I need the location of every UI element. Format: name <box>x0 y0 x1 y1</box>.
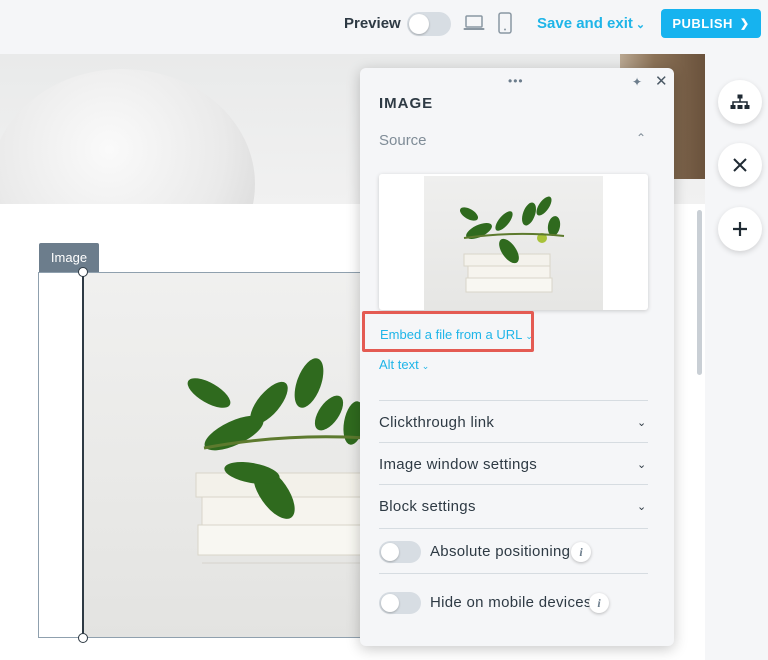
chevron-right-icon: ❯ <box>739 18 750 30</box>
toggle-knob <box>381 594 399 612</box>
top-bar: Preview Save and exit ⌄ PUBLISH ❯ <box>0 0 768 48</box>
chevron-up-icon[interactable]: ⌃ <box>636 131 646 145</box>
window-settings-row[interactable]: Image window settings ⌄ <box>379 442 648 485</box>
resize-handle-bottom[interactable] <box>78 633 88 643</box>
preview-label: Preview <box>344 15 401 32</box>
hide-mobile-toggle[interactable] <box>379 592 421 614</box>
alt-text-label: Alt text <box>379 357 419 372</box>
alt-text-link[interactable]: Alt text ⌄ <box>379 357 429 372</box>
close-button[interactable] <box>718 143 762 187</box>
plant-photo[interactable] <box>84 273 367 637</box>
sitemap-button[interactable] <box>718 80 762 124</box>
chevron-down-icon: ⌄ <box>421 361 430 371</box>
save-and-exit-button[interactable]: Save and exit ⌄ <box>537 15 645 32</box>
toggle-knob <box>409 14 429 34</box>
absolute-positioning-row: Absolute positioning i <box>379 528 648 573</box>
chevron-down-icon: ⌄ <box>635 19 646 31</box>
hide-mobile-row: Hide on mobile devices i <box>379 573 648 623</box>
publish-button[interactable]: PUBLISH ❯ <box>661 9 761 38</box>
clickthrough-row[interactable]: Clickthrough link ⌄ <box>379 400 648 443</box>
resize-line[interactable] <box>82 272 84 638</box>
plant-illustration <box>187 358 367 564</box>
resize-handle-top[interactable] <box>78 267 88 277</box>
preview-toggle[interactable] <box>407 12 451 36</box>
phone-icon[interactable] <box>498 12 512 34</box>
source-preview[interactable] <box>379 174 648 310</box>
window-settings-label: Image window settings <box>379 456 538 473</box>
image-settings-panel: ••• ✦ ✕ IMAGE Source ⌃ Embed a file from… <box>360 68 674 646</box>
close-icon[interactable]: ✕ <box>655 72 668 90</box>
canvas-scrollbar[interactable] <box>697 210 702 375</box>
preview-plant <box>459 196 565 293</box>
sitemap-icon <box>730 94 750 109</box>
info-icon[interactable]: i <box>571 542 591 562</box>
panel-title: IMAGE <box>379 95 434 112</box>
toggle-knob <box>381 543 399 561</box>
publish-label: PUBLISH <box>672 16 733 31</box>
image-block-tag[interactable]: Image <box>39 243 99 272</box>
plus-icon <box>733 222 747 236</box>
add-block-button[interactable] <box>718 207 762 251</box>
chevron-down-icon: ⌄ <box>637 501 647 513</box>
chevron-down-icon: ⌄ <box>637 417 647 429</box>
highlight-box <box>362 311 534 352</box>
clickthrough-label: Clickthrough link <box>379 414 495 431</box>
hero-ball <box>0 69 255 204</box>
block-settings-label: Block settings <box>379 498 476 515</box>
save-and-exit-label: Save and exit <box>537 15 633 32</box>
drag-handle-icon[interactable]: ••• <box>508 74 524 88</box>
chevron-down-icon: ⌄ <box>637 459 647 471</box>
pin-icon[interactable]: ✦ <box>632 75 642 89</box>
laptop-icon[interactable] <box>463 14 485 32</box>
absolute-positioning-label: Absolute positioning <box>430 543 571 560</box>
source-preview-image <box>424 176 603 310</box>
hide-mobile-label: Hide on mobile devices <box>430 594 592 611</box>
absolute-positioning-toggle[interactable] <box>379 541 421 563</box>
block-settings-row[interactable]: Block settings ⌄ <box>379 484 648 528</box>
section-source-label[interactable]: Source <box>379 132 427 149</box>
close-icon <box>733 158 747 172</box>
info-icon[interactable]: i <box>589 593 609 613</box>
